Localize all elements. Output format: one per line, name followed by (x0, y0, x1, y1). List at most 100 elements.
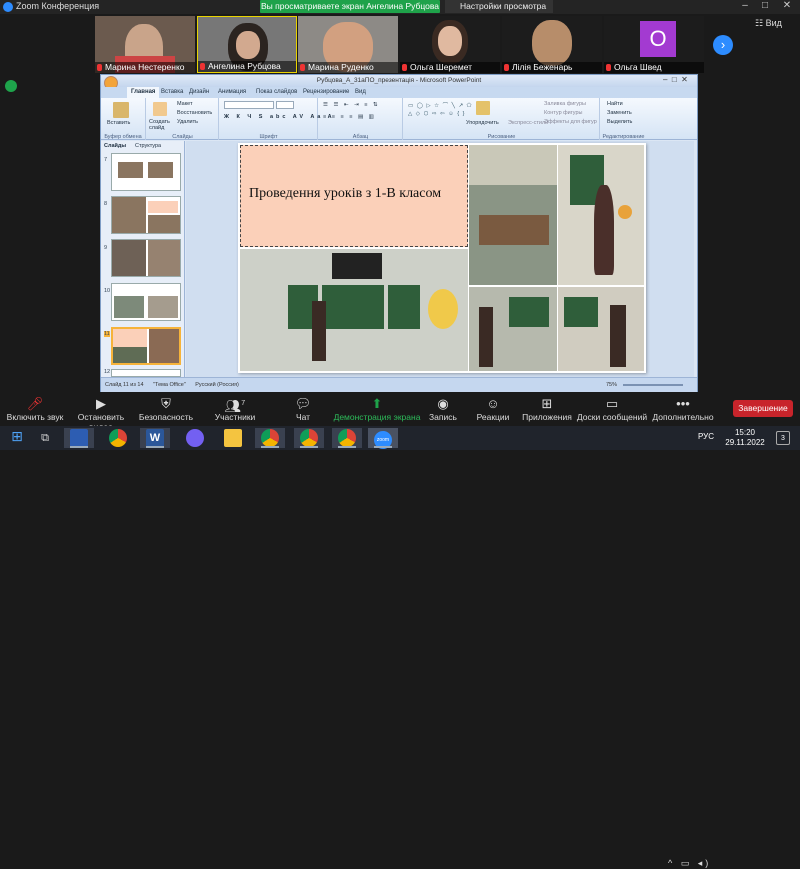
slide-thumbnail[interactable] (111, 369, 181, 377)
system-clock[interactable]: 15:20 29.11.2022 (720, 428, 770, 448)
select-button[interactable]: Выделить (607, 119, 632, 125)
participant-tile[interactable]: Марина Нестеренко (95, 16, 195, 73)
next-page-button[interactable]: › (713, 35, 733, 55)
active-indicator (300, 446, 318, 448)
view-options-button[interactable]: Настройки просмотра ⌄ (445, 0, 553, 24)
tab-view[interactable]: Вид (355, 87, 366, 98)
whiteboard-button[interactable]: ▭ Доски сообщений (572, 396, 652, 422)
zoom-slider[interactable] (623, 384, 683, 386)
font-family-select[interactable] (224, 101, 274, 109)
notifications-button[interactable]: 3 (776, 431, 790, 445)
participants-button[interactable]: 👥︎7 Участники (200, 396, 270, 422)
paragraph-buttons[interactable]: ☰ ☰ ⇤ ⇥ ≡ ⇅ (323, 102, 380, 108)
taskbar-app-word[interactable]: W (140, 428, 170, 448)
slides-panel: Слайды Структура 7 8 9 10 11 12 (101, 141, 185, 377)
muted-mic-icon (200, 63, 205, 70)
status-lang: Русский (Россия) (195, 382, 239, 388)
slide-thumbnail[interactable] (111, 196, 181, 234)
paste-icon[interactable] (113, 102, 129, 118)
maximize-icon[interactable]: □ (755, 0, 775, 11)
view-button[interactable]: ☷ Вид (755, 18, 782, 29)
new-slide-icon[interactable] (153, 102, 167, 116)
unmute-button[interactable]: 🎤︎ Включить звук (0, 396, 70, 422)
participant-tile[interactable]: Марина Руденко (298, 16, 398, 73)
layout-button[interactable]: Макет (177, 101, 193, 107)
input-language[interactable]: РУС (698, 432, 714, 441)
ppt-window-controls[interactable]: – □ ✕ (663, 75, 688, 84)
shapes-gallery[interactable]: ▭ ◯ ▷ ☆ ⌒ ╲ ↗ ⬠ (408, 101, 472, 109)
security-button[interactable]: ⛨ Безопасность (131, 396, 201, 422)
tab-home[interactable]: Главная (127, 87, 160, 98)
shapes-gallery-row2[interactable]: △ ◇ ⬡ ⇨ ⇦ ☺ { } (408, 111, 465, 117)
quick-styles-label[interactable]: Экспресс-стили (508, 120, 548, 126)
taskbar-app-zoom[interactable]: zoom (368, 428, 398, 449)
lesson-photo (469, 287, 557, 371)
end-meeting-button[interactable]: Завершение (733, 400, 793, 417)
tab-design[interactable]: Дизайн (189, 87, 209, 98)
tab-slideshow[interactable]: Показ слайдов (256, 87, 297, 98)
taskbar-app-chrome[interactable] (255, 428, 285, 448)
thumb-photo (148, 162, 173, 178)
tab-outline[interactable]: Структура (135, 143, 161, 149)
paste-label[interactable]: Вставить (107, 120, 130, 126)
current-slide[interactable]: Проведення уроків з 1-В класом (238, 143, 646, 373)
outline-button[interactable]: Контур фигуры (544, 110, 582, 116)
delete-button[interactable]: Удалить (177, 119, 198, 125)
chrome-icon (261, 429, 279, 447)
tab-slides[interactable]: Слайды (104, 143, 126, 149)
participant-tile-active[interactable]: Ангелина Рубцова (197, 16, 297, 73)
taskbar-app-viber[interactable] (180, 428, 210, 448)
new-slide-label[interactable]: Создать слайд (149, 119, 175, 131)
slide-thumbnail[interactable] (111, 239, 181, 277)
thumb-photo (148, 240, 180, 276)
zoom-level[interactable]: 75% (606, 378, 617, 393)
photo-teacher (312, 301, 326, 361)
effects-button[interactable]: Эффекты для фигур (544, 119, 597, 125)
participant-tile[interactable]: Ольга Шеремет (400, 16, 500, 73)
arrange-icon[interactable] (476, 101, 490, 115)
tab-insert[interactable]: Вставка (161, 87, 183, 98)
taskbar-app-explorer[interactable] (218, 428, 248, 448)
video-gallery: Марина Нестеренко Ангелина Рубцова Марин… (0, 14, 800, 74)
muted-mic-icon: 🎤︎ (26, 396, 44, 411)
thumb-photo (114, 296, 144, 318)
chat-button[interactable]: 💬︎ Чат (268, 396, 338, 422)
participant-tile[interactable]: Лілія Беженарь (502, 16, 602, 73)
participant-name: Марина Руденко (298, 62, 398, 73)
slide-thumbnail[interactable] (111, 153, 181, 191)
find-button[interactable]: Найти (607, 101, 623, 107)
task-view-icon[interactable]: ⧉ (30, 428, 60, 448)
tab-review[interactable]: Рецензирование (303, 87, 349, 98)
windows-start-icon[interactable]: ⊞ (2, 428, 32, 448)
taskbar-app-chrome[interactable] (332, 428, 362, 448)
minimize-icon[interactable]: – (735, 0, 755, 11)
participant-name: Лілія Беженарь (502, 62, 602, 73)
photo-board (564, 297, 598, 327)
align-buttons[interactable]: ≡ ≡ ≡ ≡ ▤ ▥ (323, 114, 376, 120)
taskbar-app-chrome[interactable] (103, 428, 133, 448)
chrome-icon (300, 429, 318, 447)
active-indicator (338, 446, 356, 448)
taskbar-app-chrome[interactable] (294, 428, 324, 448)
slide-thumbnail-selected[interactable] (111, 327, 181, 365)
replace-button[interactable]: Заменить (607, 110, 632, 116)
arrange-label[interactable]: Упорядочить (466, 120, 499, 126)
taskbar-app-save[interactable] (64, 428, 94, 448)
whiteboard-icon: ▭ (605, 396, 619, 411)
teacher-photo (558, 145, 644, 285)
more-button[interactable]: ••• Дополнительно (648, 396, 718, 422)
photo-decor (428, 289, 458, 329)
slide-thumbnail[interactable] (111, 283, 181, 321)
slide-title-box[interactable]: Проведення уроків з 1-В класом (240, 145, 468, 247)
tab-animation[interactable]: Анимация (218, 87, 246, 98)
tray-icons[interactable]: ^ ▭ ◂) (668, 858, 711, 869)
close-icon[interactable]: ✕ (777, 0, 797, 11)
photo-leaf (618, 205, 632, 219)
fill-button[interactable]: Заливка фигуры (544, 101, 586, 107)
muted-mic-icon (504, 64, 509, 71)
muted-mic-icon (606, 64, 611, 71)
font-size-select[interactable] (276, 101, 294, 109)
shield-icon: ⛨ (161, 396, 171, 411)
participant-tile[interactable]: О Ольга Швед (604, 16, 704, 73)
reset-button[interactable]: Восстановить (177, 110, 212, 116)
